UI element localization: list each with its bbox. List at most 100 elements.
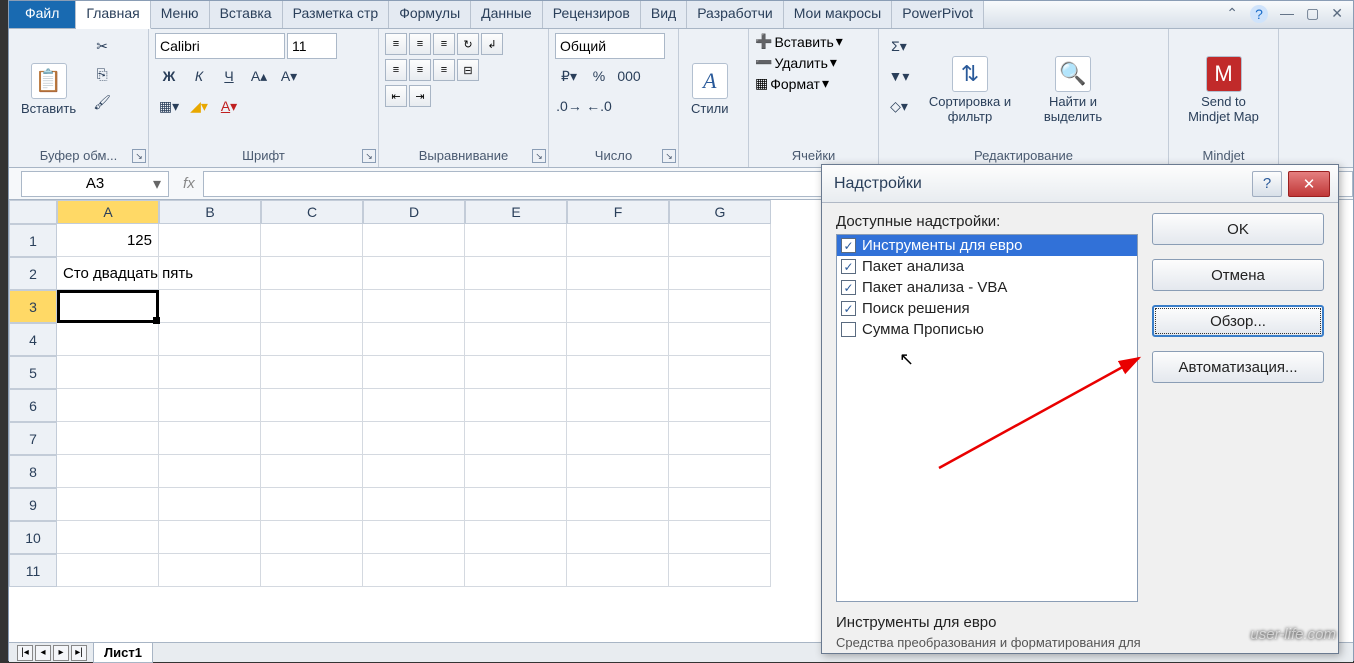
number-launcher[interactable]: ↘: [662, 149, 676, 163]
addin-item-euro[interactable]: ✓ Инструменты для евро: [837, 235, 1137, 256]
copy-button[interactable]: ⎘: [88, 61, 116, 87]
row-head-4[interactable]: 4: [9, 323, 57, 356]
styles-button[interactable]: A Стили: [685, 33, 734, 146]
comma-button[interactable]: 000: [615, 63, 643, 89]
mindjet-button[interactable]: M Send to Mindjet Map: [1175, 33, 1272, 146]
col-head-C[interactable]: C: [261, 200, 363, 224]
indent-increase-button[interactable]: ⇥: [409, 85, 431, 107]
help-icon[interactable]: ?: [1250, 5, 1268, 23]
indent-decrease-button[interactable]: ⇤: [385, 85, 407, 107]
ok-button[interactable]: OK: [1152, 213, 1324, 245]
minimize-icon[interactable]: —: [1280, 5, 1294, 24]
cut-button[interactable]: ✂: [88, 33, 116, 59]
row-head-5[interactable]: 5: [9, 356, 57, 389]
font-shrink-button[interactable]: A▾: [275, 63, 303, 89]
row-head-8[interactable]: 8: [9, 455, 57, 488]
paste-button[interactable]: 📋 Вставить: [15, 33, 82, 146]
clipboard-launcher[interactable]: ↘: [132, 149, 146, 163]
percent-button[interactable]: %: [585, 63, 613, 89]
row-head-1[interactable]: 1: [9, 224, 57, 257]
insert-cells-button[interactable]: ➕ Вставить ▾: [755, 33, 843, 50]
addin-item-analysis-vba[interactable]: ✓ Пакет анализа - VBA: [837, 277, 1137, 298]
tab-powerpivot[interactable]: PowerPivot: [892, 1, 984, 28]
tab-developer[interactable]: Разработчи: [687, 1, 784, 28]
sheet-prev-icon[interactable]: ◂: [35, 645, 51, 661]
cell-A2[interactable]: Сто двадцать пять: [57, 257, 159, 290]
bold-button[interactable]: Ж: [155, 63, 183, 89]
currency-button[interactable]: ₽▾: [555, 63, 583, 89]
number-format-select[interactable]: [555, 33, 665, 59]
addin-item-solver[interactable]: ✓ Поиск решения: [837, 298, 1137, 319]
tab-review[interactable]: Рецензиров: [543, 1, 641, 28]
sheet-first-icon[interactable]: |◂: [17, 645, 33, 661]
font-grow-button[interactable]: A▴: [245, 63, 273, 89]
delete-cells-button[interactable]: ➖ Удалить ▾: [755, 54, 843, 71]
orientation-button[interactable]: ↻: [457, 33, 479, 55]
tab-file[interactable]: Файл: [9, 1, 76, 28]
col-head-A[interactable]: A: [57, 200, 159, 224]
checkbox-icon[interactable]: ✓: [841, 259, 856, 274]
cell-A3[interactable]: [57, 290, 159, 323]
font-color-button[interactable]: A▾: [215, 93, 243, 119]
align-bottom-button[interactable]: ≡: [433, 33, 455, 55]
col-head-B[interactable]: B: [159, 200, 261, 224]
row-head-3[interactable]: 3: [9, 290, 57, 323]
tab-home[interactable]: Главная: [76, 1, 150, 29]
align-center-button[interactable]: ≡: [409, 59, 431, 81]
tab-formulas[interactable]: Формулы: [389, 1, 471, 28]
row-head-6[interactable]: 6: [9, 389, 57, 422]
tab-menu[interactable]: Меню: [151, 1, 210, 28]
checkbox-icon[interactable]: ✓: [841, 238, 856, 253]
tab-insert[interactable]: Вставка: [210, 1, 283, 28]
addin-item-analysis[interactable]: ✓ Пакет анализа: [837, 256, 1137, 277]
dialog-close-button[interactable]: ✕: [1288, 171, 1330, 197]
fill-color-button[interactable]: ◢▾: [185, 93, 213, 119]
tab-macros[interactable]: Мои макросы: [784, 1, 893, 28]
cancel-button[interactable]: Отмена: [1152, 259, 1324, 291]
col-head-F[interactable]: F: [567, 200, 669, 224]
font-name-select[interactable]: [155, 33, 285, 59]
browse-button[interactable]: Обзор...: [1152, 305, 1324, 337]
alignment-launcher[interactable]: ↘: [532, 149, 546, 163]
restore-icon[interactable]: ▢: [1306, 5, 1319, 24]
borders-button[interactable]: ▦▾: [155, 93, 183, 119]
row-head-2[interactable]: 2: [9, 257, 57, 290]
col-head-G[interactable]: G: [669, 200, 771, 224]
sheet-last-icon[interactable]: ▸|: [71, 645, 87, 661]
tab-view[interactable]: Вид: [641, 1, 687, 28]
addins-listbox[interactable]: ✓ Инструменты для евро ✓ Пакет анализа ✓…: [836, 234, 1138, 602]
addin-item-sumwords[interactable]: Сумма Прописью: [837, 319, 1137, 340]
increase-decimal-button[interactable]: .0→: [555, 93, 583, 119]
close-icon[interactable]: ✕: [1331, 5, 1343, 24]
autosum-button[interactable]: Σ▾: [885, 33, 913, 59]
tab-data[interactable]: Данные: [471, 1, 543, 28]
checkbox-icon[interactable]: ✓: [841, 301, 856, 316]
dialog-titlebar[interactable]: Надстройки ? ✕: [822, 165, 1338, 203]
font-launcher[interactable]: ↘: [362, 149, 376, 163]
align-middle-button[interactable]: ≡: [409, 33, 431, 55]
cell-A1[interactable]: 125: [57, 224, 159, 257]
cell-B1[interactable]: [159, 224, 261, 257]
row-head-11[interactable]: 11: [9, 554, 57, 587]
col-head-D[interactable]: D: [363, 200, 465, 224]
align-right-button[interactable]: ≡: [433, 59, 455, 81]
checkbox-icon[interactable]: [841, 322, 856, 337]
decrease-decimal-button[interactable]: ←.0: [585, 93, 613, 119]
find-select-button[interactable]: 🔍 Найти и выделить: [1027, 33, 1119, 146]
dialog-help-button[interactable]: ?: [1252, 171, 1282, 197]
name-box-dropdown-icon[interactable]: ▾: [153, 174, 161, 194]
format-painter-button[interactable]: 🖌: [88, 89, 116, 115]
row-head-7[interactable]: 7: [9, 422, 57, 455]
align-top-button[interactable]: ≡: [385, 33, 407, 55]
align-left-button[interactable]: ≡: [385, 59, 407, 81]
font-size-select[interactable]: [287, 33, 337, 59]
select-all-corner[interactable]: [9, 200, 57, 224]
row-head-10[interactable]: 10: [9, 521, 57, 554]
fill-button[interactable]: ▼▾: [885, 63, 913, 89]
sheet-next-icon[interactable]: ▸: [53, 645, 69, 661]
tab-pagelayout[interactable]: Разметка стр: [283, 1, 390, 28]
fx-icon[interactable]: fx: [175, 175, 203, 192]
checkbox-icon[interactable]: ✓: [841, 280, 856, 295]
wrap-text-button[interactable]: ↲: [481, 33, 503, 55]
clear-button[interactable]: ◇▾: [885, 93, 913, 119]
